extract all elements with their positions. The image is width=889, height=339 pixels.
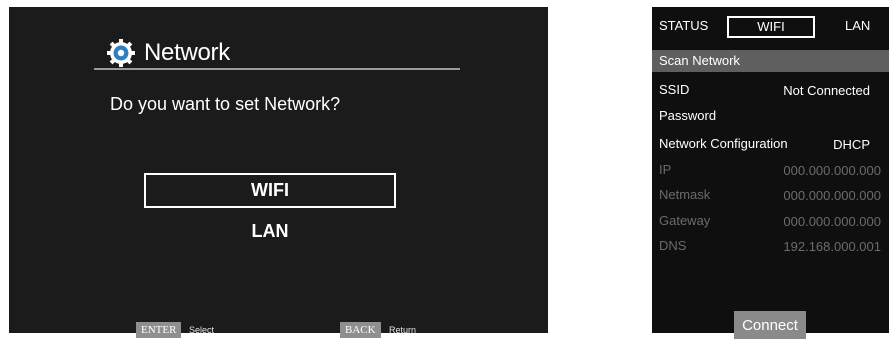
lan-option[interactable]: LAN xyxy=(144,214,396,249)
tab-lan[interactable]: LAN xyxy=(845,18,870,34)
tab-wifi[interactable]: WIFI xyxy=(727,16,815,38)
netmask-label: Netmask xyxy=(659,187,711,202)
dns-value: 192.168.000.001 xyxy=(783,239,881,254)
network-header: Network xyxy=(106,38,230,68)
password-label[interactable]: Password xyxy=(659,108,716,124)
gear-icon xyxy=(106,38,136,68)
enter-hint-label: Select xyxy=(189,325,215,335)
network-question: Do you want to set Network? xyxy=(110,94,341,114)
gateway-label: Gateway xyxy=(659,213,711,228)
network-setup-panel: Network Do you want to set Network? WIFI… xyxy=(9,7,548,338)
ip-label: IP xyxy=(659,162,672,177)
ip-value: 000.000.000.000 xyxy=(783,163,881,178)
scan-network-row[interactable]: Scan Network xyxy=(652,50,889,72)
back-hint-label: Return xyxy=(389,325,417,335)
gateway-value: 000.000.000.000 xyxy=(783,214,881,229)
ssid-label: SSID xyxy=(659,82,690,97)
netmask-value: 000.000.000.000 xyxy=(783,188,881,203)
title-divider xyxy=(94,68,460,70)
page-title: Network xyxy=(144,39,230,66)
wifi-settings-panel: STATUS WIFI LAN Scan Network SSID Not Co… xyxy=(652,7,889,339)
settings-tabs: STATUS WIFI LAN xyxy=(652,7,889,46)
wifi-option[interactable]: WIFI xyxy=(144,173,396,208)
network-config-label: Network Configuration xyxy=(659,136,788,151)
ssid-value[interactable]: Not Connected xyxy=(783,83,870,99)
tab-status[interactable]: STATUS xyxy=(659,18,708,34)
network-config-value[interactable]: DHCP xyxy=(833,137,870,153)
dns-label: DNS xyxy=(659,238,687,253)
scan-network-label: Scan Network xyxy=(659,53,740,68)
connect-button[interactable]: Connect xyxy=(734,311,806,339)
